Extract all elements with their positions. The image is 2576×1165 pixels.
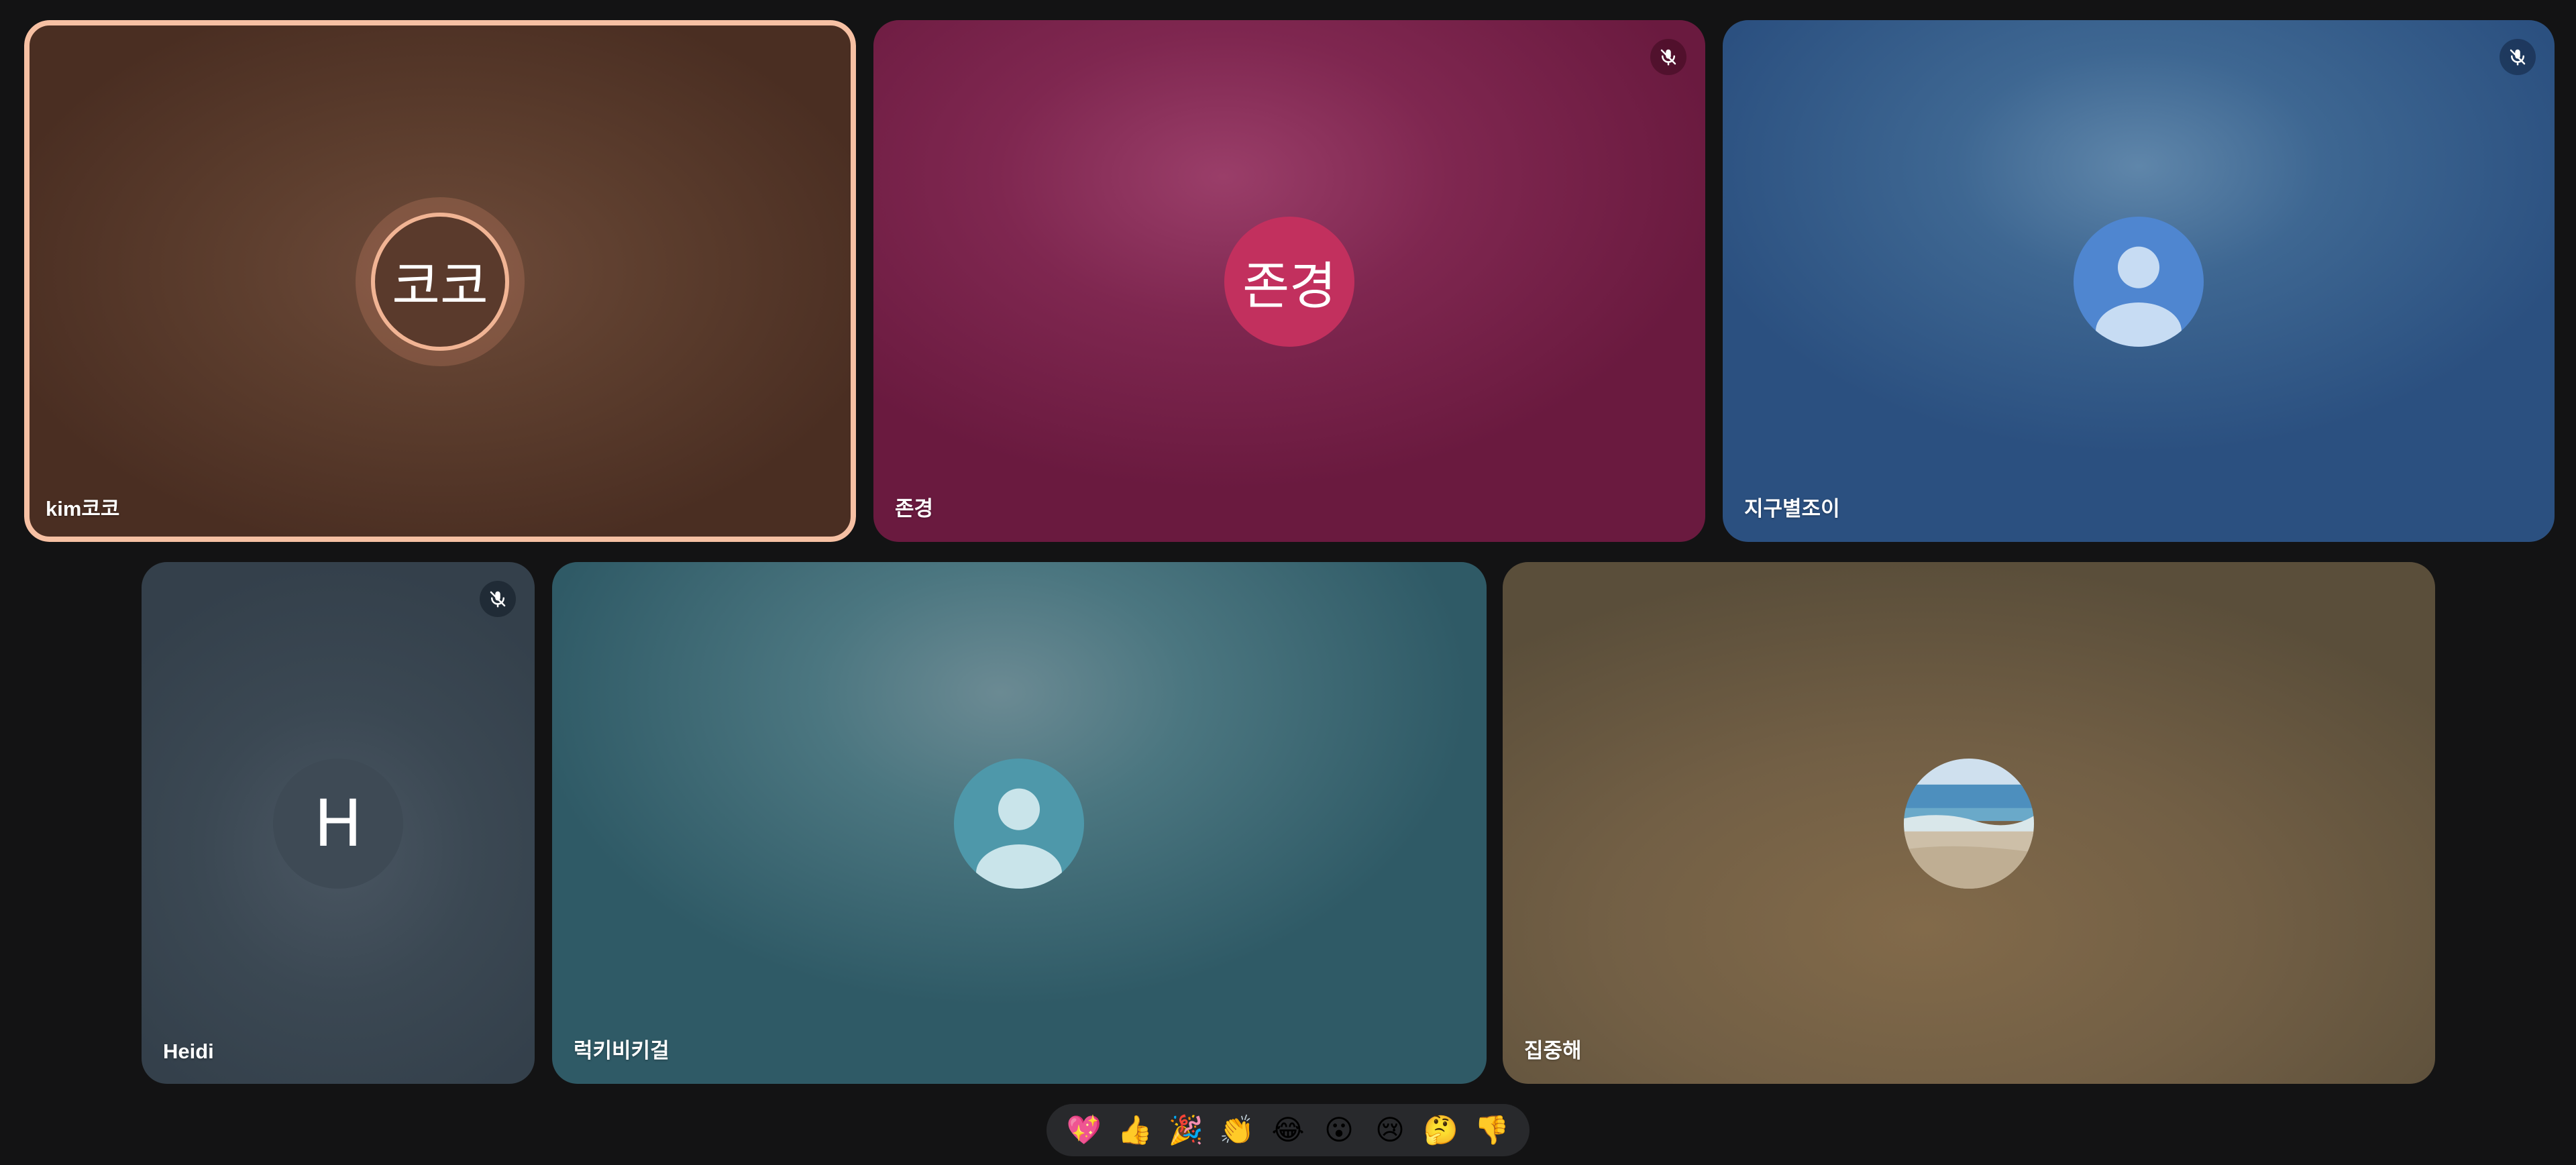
meeting-grid: 코코 kim코코 존경 존경 지구별조이 H Heidi 럭키비키걸 집중해 💖…	[0, 0, 2576, 1165]
participant-tile-kimkoko[interactable]: 코코 kim코코	[24, 20, 856, 542]
sparkling-heart-reaction[interactable]: 💖	[1061, 1107, 1108, 1154]
mic-off-icon	[2500, 39, 2536, 75]
participant-name: 럭키비키걸	[574, 1039, 669, 1062]
participant-tile-luckybikigeol[interactable]: 럭키비키걸	[552, 562, 1487, 1084]
participant-name: 존경	[895, 497, 934, 520]
participant-tile-jongyeong[interactable]: 존경 존경	[873, 20, 1705, 542]
thumbs-up-reaction[interactable]: 👍	[1112, 1107, 1159, 1154]
thinking-face-reaction[interactable]: 🤔	[1417, 1107, 1464, 1154]
avatar	[954, 759, 1084, 889]
avatar-initials: 코코	[392, 256, 488, 317]
avatar-initials: H	[313, 786, 363, 861]
avatar-initials: 존경	[1242, 256, 1336, 316]
mic-off-icon	[1650, 39, 1686, 75]
avatar	[2074, 217, 2204, 347]
participant-name: 지구별조이	[1744, 497, 1840, 520]
thumbs-down-reaction[interactable]: 👎	[1468, 1107, 1515, 1154]
person-icon	[975, 788, 1063, 889]
mic-off-icon	[480, 581, 516, 617]
avatar-photo	[1904, 759, 2034, 889]
party-popper-reaction[interactable]: 🎉	[1163, 1107, 1210, 1154]
surprised-face-reaction[interactable]: 😮	[1316, 1107, 1362, 1154]
participant-tile-heidi[interactable]: H Heidi	[142, 562, 535, 1084]
tears-of-joy-reaction[interactable]: 😂	[1265, 1107, 1311, 1154]
avatar: 코코	[371, 213, 509, 351]
participant-name: Heidi	[163, 1040, 214, 1063]
participant-tile-jipjunghae[interactable]: 집중해	[1503, 562, 2435, 1084]
clapping-hands-reaction[interactable]: 👏	[1214, 1107, 1260, 1154]
beach-photo	[1904, 759, 2034, 889]
reaction-bar: 💖 👍 🎉 👏 😂 😮 😢 🤔 👎	[1046, 1104, 1529, 1156]
participant-name: 집중해	[1524, 1039, 1582, 1062]
sad-face-reaction[interactable]: 😢	[1366, 1107, 1413, 1154]
avatar: 존경	[1224, 217, 1354, 347]
participant-tile-jigubyeoljoi[interactable]: 지구별조이	[1723, 20, 2555, 542]
participant-name: kim코코	[46, 497, 120, 520]
person-icon	[2095, 246, 2182, 347]
avatar: H	[273, 759, 403, 889]
